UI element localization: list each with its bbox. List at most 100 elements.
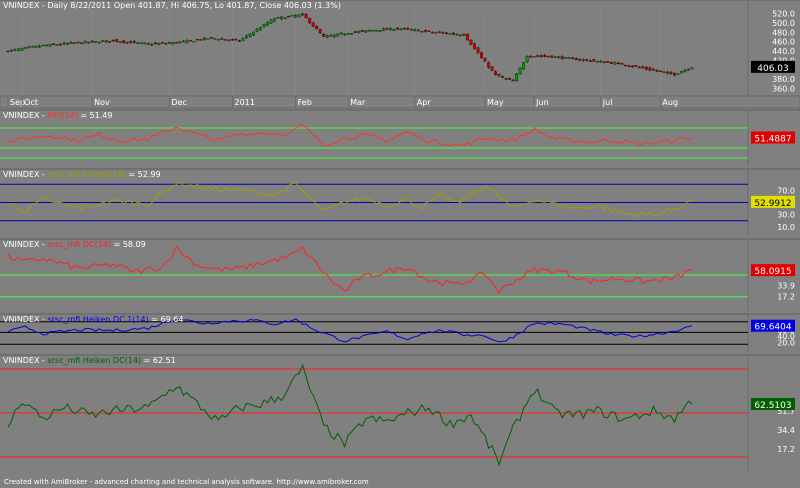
candle-body	[392, 29, 396, 32]
candle-body	[673, 72, 676, 76]
candle-body	[62, 42, 66, 45]
candle-body	[655, 70, 659, 72]
candle-body	[571, 57, 575, 60]
candle-body	[255, 29, 259, 32]
candle-body	[266, 22, 270, 26]
candle-body	[304, 13, 308, 19]
candle-body	[322, 34, 326, 37]
last-value-label: 51.4887	[754, 134, 791, 144]
candle-body	[122, 40, 126, 43]
price-tick-label: 380.0	[772, 75, 795, 84]
pane-title: VNINDEX - Daily 8/22/2011 Open 401.87, H…	[3, 1, 341, 10]
candle-body	[395, 28, 399, 30]
candle-body	[164, 43, 168, 45]
candle-body	[511, 79, 515, 82]
last-value-label: 406.03	[757, 64, 789, 74]
candle-body	[357, 31, 361, 33]
candle-body	[560, 56, 564, 59]
candle-body	[115, 39, 119, 42]
candle-body	[171, 42, 175, 45]
candle-body	[651, 69, 655, 71]
candle-body	[501, 76, 505, 78]
candle-body	[487, 62, 491, 68]
candle-body	[567, 57, 571, 59]
candle-body	[273, 18, 277, 22]
candle-body	[290, 15, 294, 17]
candle-body	[217, 39, 220, 41]
candle-body	[532, 56, 536, 58]
candle-body	[245, 35, 248, 38]
candle-body	[213, 38, 217, 40]
date-tick-label: Jul	[602, 98, 613, 107]
candle-body	[581, 59, 585, 61]
candle-body	[546, 55, 550, 58]
candle-body	[543, 55, 547, 57]
candle-body	[360, 30, 364, 32]
candle-body	[209, 37, 213, 39]
candle-body	[416, 29, 420, 32]
candle-body	[644, 66, 648, 70]
candle-body	[550, 55, 554, 58]
candle-body	[231, 38, 234, 41]
candle-body	[462, 33, 466, 36]
candle-body	[346, 33, 350, 35]
candle-body	[178, 41, 182, 44]
date-tick-label: Nov	[94, 98, 110, 107]
candle-body	[578, 59, 582, 61]
candle-body	[6, 50, 10, 53]
candle-body	[325, 35, 329, 38]
candle-body	[297, 14, 301, 17]
price-tick-label: 460.0	[772, 38, 795, 47]
candle-body	[662, 71, 666, 73]
candle-body	[574, 58, 578, 61]
candle-body	[553, 56, 557, 58]
candle-body	[41, 44, 45, 47]
candle-body	[48, 43, 52, 47]
candle-body	[490, 66, 494, 71]
value-tick-label: 30.0	[777, 211, 795, 220]
pane-title-value: = 62.51	[141, 356, 176, 365]
candle-body	[353, 31, 357, 33]
footer-text: Created with AmiBroker - advanced charti…	[4, 478, 369, 486]
candle-body	[55, 44, 59, 46]
date-tick-label: May	[487, 98, 504, 107]
candle-body	[276, 17, 280, 19]
candle-body	[90, 40, 94, 43]
candle-body	[374, 29, 378, 32]
candle-body	[588, 60, 592, 62]
candle-body	[402, 28, 406, 30]
candle-body	[525, 56, 529, 63]
candle-body	[427, 30, 431, 32]
candle-body	[38, 45, 42, 48]
date-tick-label: Jun	[535, 98, 549, 107]
candle-body	[613, 62, 617, 65]
candle-body	[665, 72, 669, 74]
candle-body	[332, 34, 336, 37]
candle-body	[336, 33, 340, 37]
price-tick-label: 360.0	[772, 84, 795, 93]
pane-title-symbol: VNINDEX -	[3, 170, 47, 179]
candle-body	[238, 40, 241, 42]
candle-body	[308, 17, 312, 24]
candle-body	[494, 71, 498, 75]
candle-body	[595, 60, 599, 63]
candle-body	[497, 74, 501, 77]
candle-body	[139, 42, 143, 44]
value-tick-label: 33.9	[777, 282, 795, 291]
candle-body	[455, 34, 459, 36]
candle-body	[224, 39, 227, 41]
pane-title-value: = 51.49	[78, 111, 113, 120]
last-value-label: 52.9912	[754, 199, 791, 209]
candle-body	[504, 78, 508, 80]
date-tick-label: Aug	[662, 98, 678, 107]
candle-body	[452, 33, 455, 35]
candle-body	[259, 27, 263, 31]
candle-body	[609, 62, 613, 64]
date-axis-strip	[0, 95, 800, 109]
candle-body	[108, 40, 112, 43]
candle-body	[473, 43, 476, 49]
pane-title-indicator: srsc_mfi Heiken DC(14)	[47, 356, 141, 365]
candle-body	[367, 30, 371, 32]
candle-body	[539, 55, 543, 57]
last-value-label: 69.6404	[754, 323, 791, 333]
